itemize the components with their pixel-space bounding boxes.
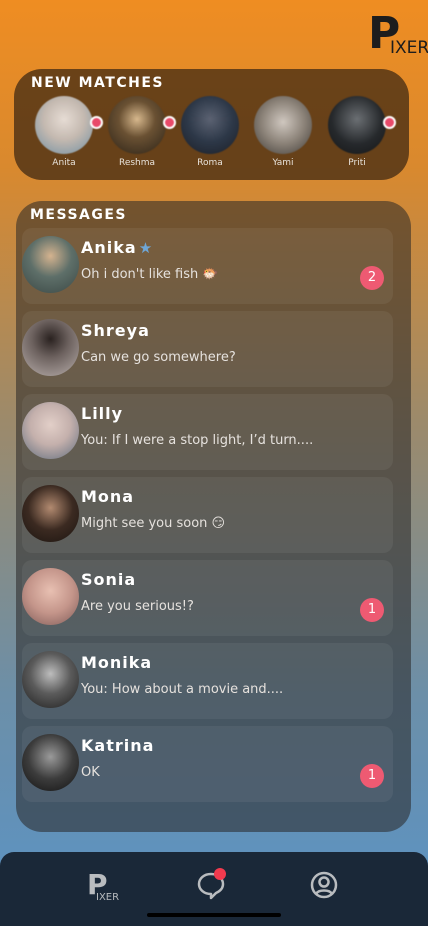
avatar[interactable] [254,96,312,154]
avatar [22,651,79,708]
avatar [22,568,79,625]
message-preview: You: How about a movie and.... [81,682,284,697]
contact-name-text: Anika [81,238,137,257]
notification-dot [214,868,226,880]
match-item[interactable]: Roma [180,96,240,168]
contact-name: Katrina [81,736,155,755]
unread-badge: 1 [360,598,384,622]
avatar [22,485,79,542]
avatar[interactable] [35,96,103,154]
avatar[interactable] [181,96,239,154]
conversation-item[interactable]: Anika ★ Oh i don't like fish 🐡 2 [22,228,393,304]
online-indicator [383,116,396,129]
messages-title: MESSAGES [30,207,128,223]
app-logo: P IXER [368,8,428,64]
conversation-item[interactable]: Shreya Can we go somewhere? [22,311,393,387]
match-name: Yami [272,158,294,168]
home-indicator [147,913,281,917]
new-matches-panel: NEW MATCHES Anita Reshma Roma Yami Priti [14,69,409,180]
conversation-item[interactable]: Mona Might see you soon 😏 [22,477,393,553]
contact-name: Shreya [81,321,150,340]
avatar [22,402,79,459]
match-item[interactable]: Yami [253,96,313,168]
avatar[interactable] [328,96,396,154]
avatar [22,236,79,293]
match-name: Reshma [118,158,156,168]
match-name: Anita [52,158,76,168]
contact-name: Monika [81,653,153,672]
tab-profile[interactable] [309,870,349,910]
message-preview: Oh i don't like fish 🐡 [81,267,219,282]
unread-badge: 1 [360,764,384,788]
avatar [22,319,79,376]
contact-name: Mona [81,487,135,506]
logo-wordmark: IXER [390,38,428,58]
message-preview: Might see you soon 😏 [81,516,226,531]
avatar[interactable] [108,96,176,154]
contact-name: Anika ★ [81,238,153,257]
match-item[interactable]: Priti [327,96,396,168]
conversation-item[interactable]: Sonia Are you serious!? 1 [22,560,393,636]
match-item[interactable]: Anita [34,96,103,168]
message-preview: You: If I were a stop light, I’d turn...… [81,433,314,448]
message-preview: Are you serious!? [81,599,194,614]
conversation-item[interactable]: Katrina OK 1 [22,726,393,802]
tab-home[interactable]: P IXER [87,870,127,910]
contact-name: Sonia [81,570,137,589]
tab-messages[interactable] [196,868,236,910]
message-preview: Can we go somewhere? [81,350,236,365]
new-matches-title: NEW MATCHES [31,75,164,91]
online-indicator [90,116,103,129]
contact-name: Lilly [81,404,124,423]
avatar [22,734,79,791]
home-logo-wordmark: IXER [96,892,120,903]
profile-icon [310,871,338,899]
verified-star-icon: ★ [138,239,154,257]
conversation-item[interactable]: Monika You: How about a movie and.... [22,643,393,719]
online-indicator [163,116,176,129]
match-name: Roma [197,158,223,168]
match-item[interactable]: Reshma [107,96,176,168]
unread-badge: 2 [360,266,384,290]
conversation-item[interactable]: Lilly You: If I were a stop light, I’d t… [22,394,393,470]
messages-panel: MESSAGES Anika ★ Oh i don't like fish 🐡 2… [16,201,411,832]
message-preview: OK [81,765,100,780]
match-name: Priti [348,158,366,168]
